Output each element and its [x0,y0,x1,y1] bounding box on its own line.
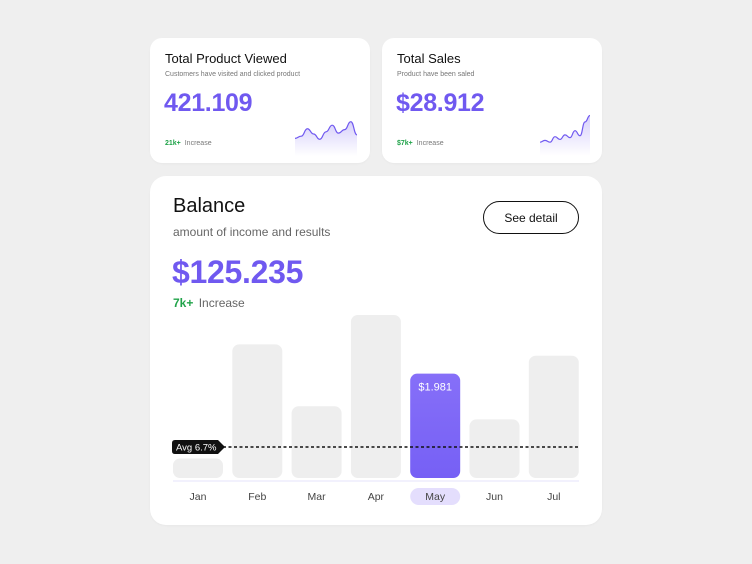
increase-number: $7k+ [397,140,413,147]
month-label[interactable]: May [425,491,446,503]
bar[interactable] [350,315,401,478]
product-viewed-card: Total Product Viewed Customers have visi… [150,38,370,163]
balance-bar-chart: Jan Feb Mar Apr $1.981 May Jun Jul Avg 6.7% [172,315,580,505]
card-subtitle: Product have been saled [397,71,475,78]
total-sales-card: Total Sales Product have been saled $28.… [382,38,602,163]
bar[interactable] [528,355,579,478]
card-title: Total Sales [397,51,461,66]
card-subtitle: Customers have visited and clicked produ… [165,71,301,78]
month-label[interactable]: Jun [486,491,503,503]
sparkline-chart [540,114,590,156]
balance-card: Balance amount of income and results $12… [150,176,602,525]
bar[interactable] [232,344,283,478]
month-label[interactable]: Jul [547,491,560,503]
month-label[interactable]: Feb [248,491,266,503]
card-value: $28.912 [396,89,485,117]
increase-label: Increase [184,140,212,147]
average-label: Avg 6.7% [176,443,217,454]
month-label[interactable]: Mar [308,491,327,503]
increase-number: 21k+ [165,140,181,147]
card-value: 421.109 [164,89,253,117]
card-increase: 21k+ Increase [165,140,212,147]
increase-label: Increase [416,140,444,147]
month-label[interactable]: Apr [368,491,385,503]
sparkline-area [540,115,590,156]
card-increase: $7k+ Increase [397,140,444,147]
sparkline-chart [295,121,357,156]
bar[interactable] [469,419,520,478]
month-label[interactable]: Jan [190,491,207,503]
bar-value-label: $1.981 [418,382,452,394]
bar[interactable] [291,406,342,478]
card-title: Total Product Viewed [165,51,287,66]
bar[interactable] [173,458,223,478]
